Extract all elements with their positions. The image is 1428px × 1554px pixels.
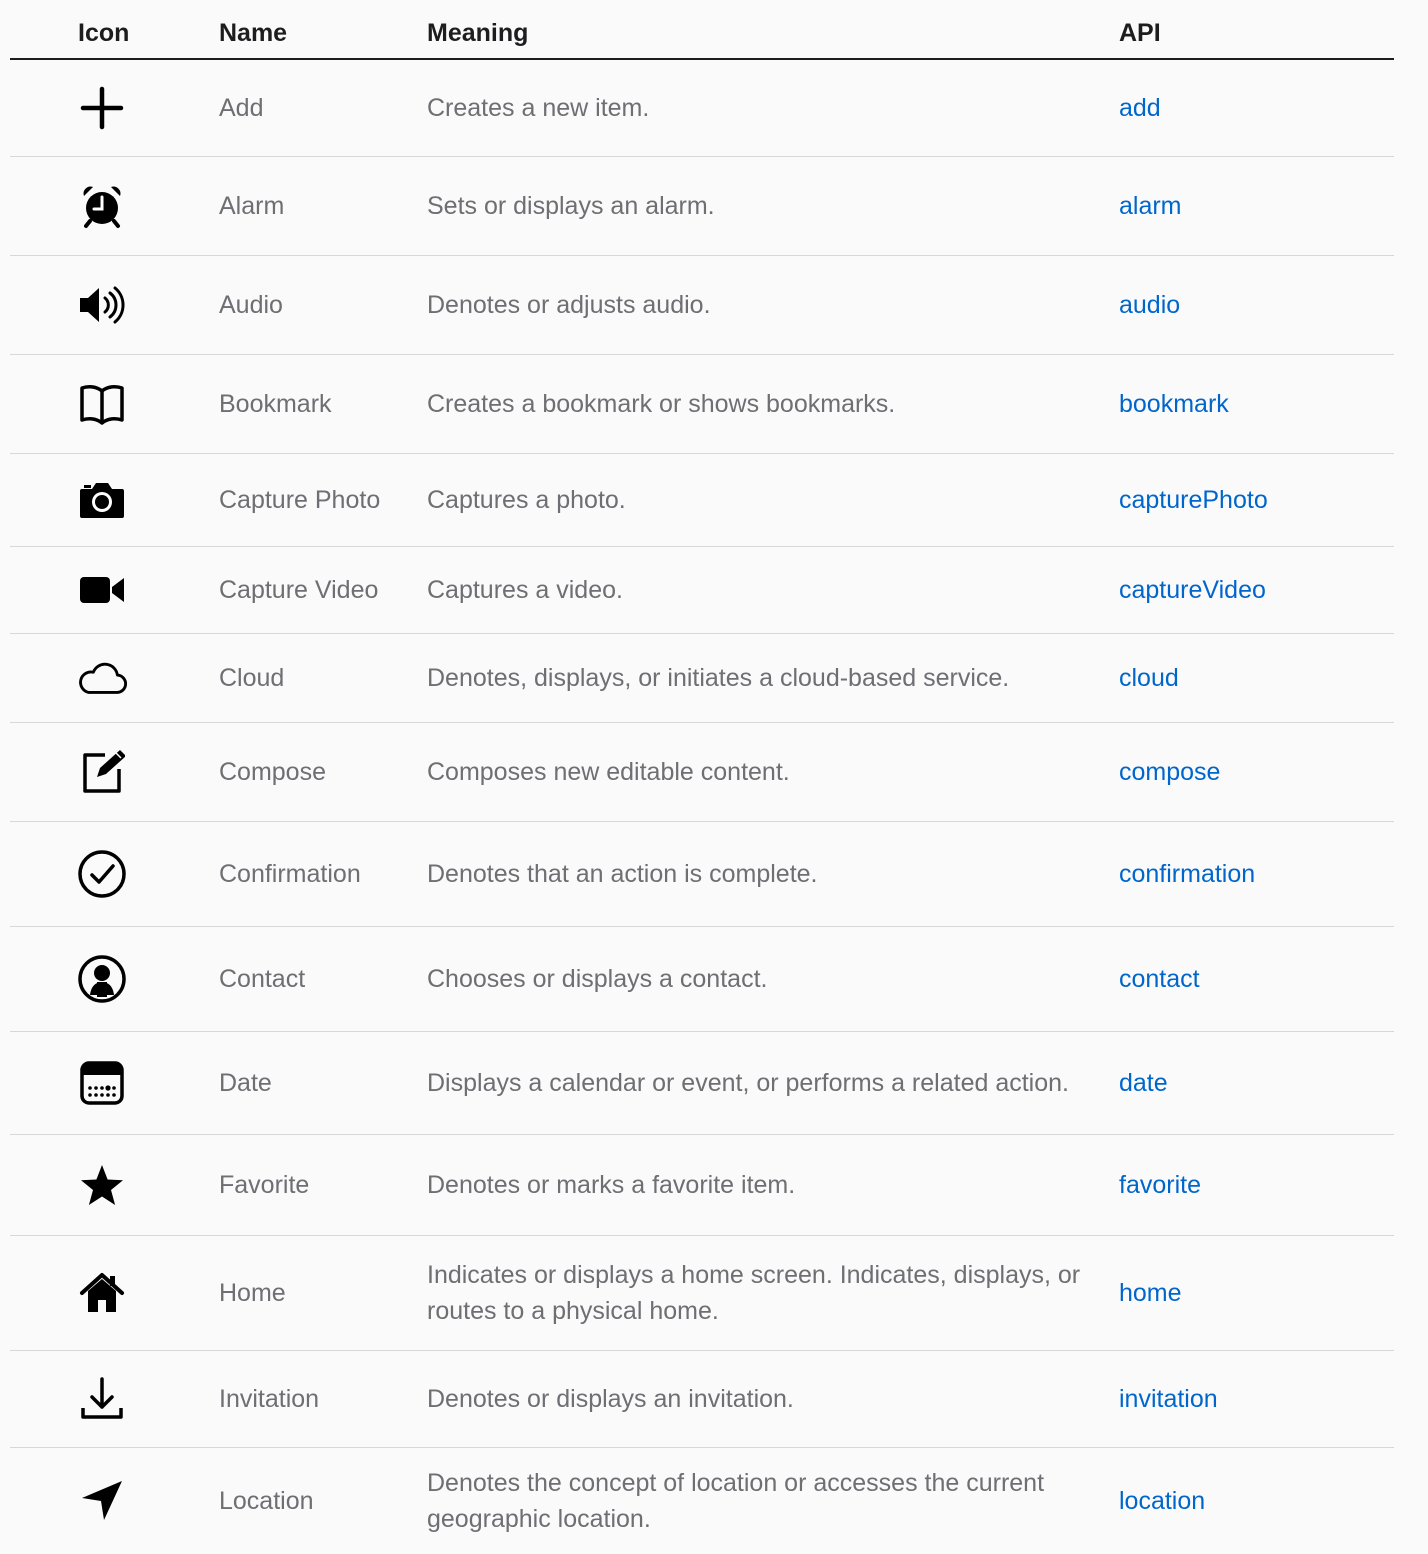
header-meaning: Meaning <box>427 19 529 47</box>
api-link[interactable]: add <box>1119 90 1161 126</box>
table-row: Date Displays a calendar or event, or per… <box>10 1032 1394 1135</box>
api-link[interactable]: confirmation <box>1119 856 1255 892</box>
table-row: Invitation Denotes or displays an invitat… <box>10 1351 1394 1448</box>
row-meaning: Denotes or adjusts audio. <box>427 291 711 319</box>
api-link[interactable]: date <box>1119 1065 1168 1101</box>
speaker-icon <box>76 279 128 331</box>
row-name: Compose <box>219 758 326 786</box>
row-name: Cloud <box>219 664 285 692</box>
api-link[interactable]: capturePhoto <box>1119 482 1268 518</box>
table-row: Favorite Denotes or marks a favorite item… <box>10 1135 1394 1236</box>
alarm-clock-icon <box>76 180 128 232</box>
row-name: Date <box>219 1069 272 1097</box>
table-body: Add Creates a new item. add Alarm Sets or di… <box>10 60 1394 1554</box>
row-name: Favorite <box>219 1171 310 1199</box>
plus-icon <box>76 82 128 134</box>
api-link[interactable]: audio <box>1119 287 1180 323</box>
row-meaning: Captures a photo. <box>427 486 626 514</box>
row-meaning: Composes new editable content. <box>427 758 790 786</box>
video-camera-icon <box>76 564 128 616</box>
row-meaning: Indicates or displays a home screen. Ind… <box>427 1261 1081 1325</box>
table-row: Alarm Sets or displays an alarm. alarm <box>10 157 1394 256</box>
table-row: Add Creates a new item. add <box>10 60 1394 157</box>
person-circle-icon <box>76 953 128 1005</box>
table-row: Contact Chooses or displays a contact. con… <box>10 927 1394 1032</box>
row-meaning: Denotes, displays, or initiates a cloud-… <box>427 664 1010 692</box>
header-name: Name <box>219 19 288 47</box>
header-api: API <box>1119 19 1161 47</box>
location-arrow-icon <box>76 1475 128 1527</box>
row-meaning: Displays a calendar or event, or perform… <box>427 1069 1069 1097</box>
row-name: Capture Photo <box>219 486 381 514</box>
row-meaning: Denotes or displays an invitation. <box>427 1385 794 1413</box>
row-name: Confirmation <box>219 860 361 888</box>
row-name: Add <box>219 94 264 122</box>
table-row: Home Indicates or displays a home screen.… <box>10 1236 1394 1351</box>
table-row: Confirmation Denotes that an action is co… <box>10 822 1394 927</box>
table-row: Location Denotes the concept of location … <box>10 1448 1394 1554</box>
row-name: Audio <box>219 291 283 319</box>
api-link[interactable]: compose <box>1119 754 1220 790</box>
row-meaning: Creates a bookmark or shows bookmarks. <box>427 390 896 418</box>
row-name: Capture Video <box>219 576 379 604</box>
api-link[interactable]: home <box>1119 1275 1182 1311</box>
row-meaning: Chooses or displays a contact. <box>427 965 768 993</box>
star-icon <box>76 1159 128 1211</box>
api-link[interactable]: location <box>1119 1483 1205 1519</box>
api-link[interactable]: cloud <box>1119 660 1179 696</box>
row-name: Bookmark <box>219 390 332 418</box>
row-name: Home <box>219 1279 286 1307</box>
row-meaning: Sets or displays an alarm. <box>427 192 715 220</box>
cloud-icon <box>76 652 128 704</box>
camera-icon <box>76 474 128 526</box>
api-link[interactable]: alarm <box>1119 188 1182 224</box>
icon-table: Icon Name Meaning API Add Creates a new i… <box>10 0 1394 1554</box>
table-row: Cloud Denotes, displays, or initiates a c… <box>10 634 1394 723</box>
row-meaning: Denotes that an action is complete. <box>427 860 818 888</box>
checkmark-circle-icon <box>76 848 128 900</box>
api-link[interactable]: contact <box>1119 961 1200 997</box>
house-icon <box>76 1267 128 1319</box>
table-row: Capture Photo Captures a photo. capturePho… <box>10 454 1394 547</box>
header-icon: Icon <box>78 19 130 47</box>
api-link[interactable]: invitation <box>1119 1381 1218 1417</box>
row-meaning: Denotes or marks a favorite item. <box>427 1171 796 1199</box>
row-name: Location <box>219 1487 314 1515</box>
row-meaning: Denotes the concept of location or acces… <box>427 1469 1045 1533</box>
api-link[interactable]: captureVideo <box>1119 572 1266 608</box>
row-name: Alarm <box>219 192 285 220</box>
api-link[interactable]: bookmark <box>1119 386 1229 422</box>
compose-icon <box>76 746 128 798</box>
row-name: Contact <box>219 965 306 993</box>
row-name: Invitation <box>219 1385 320 1413</box>
api-link[interactable]: favorite <box>1119 1167 1201 1203</box>
row-meaning: Creates a new item. <box>427 94 650 122</box>
row-meaning: Captures a video. <box>427 576 623 604</box>
table-row: Capture Video Captures a video. captureVid… <box>10 547 1394 634</box>
table-row: Bookmark Creates a bookmark or shows book… <box>10 355 1394 454</box>
table-row: Audio Denotes or adjusts audio. audio <box>10 256 1394 355</box>
book-icon <box>76 378 128 430</box>
calendar-icon <box>76 1057 128 1109</box>
table-row: Compose Composes new editable content. com… <box>10 723 1394 822</box>
table-header: Icon Name Meaning API <box>10 0 1394 60</box>
download-tray-icon <box>76 1373 128 1425</box>
